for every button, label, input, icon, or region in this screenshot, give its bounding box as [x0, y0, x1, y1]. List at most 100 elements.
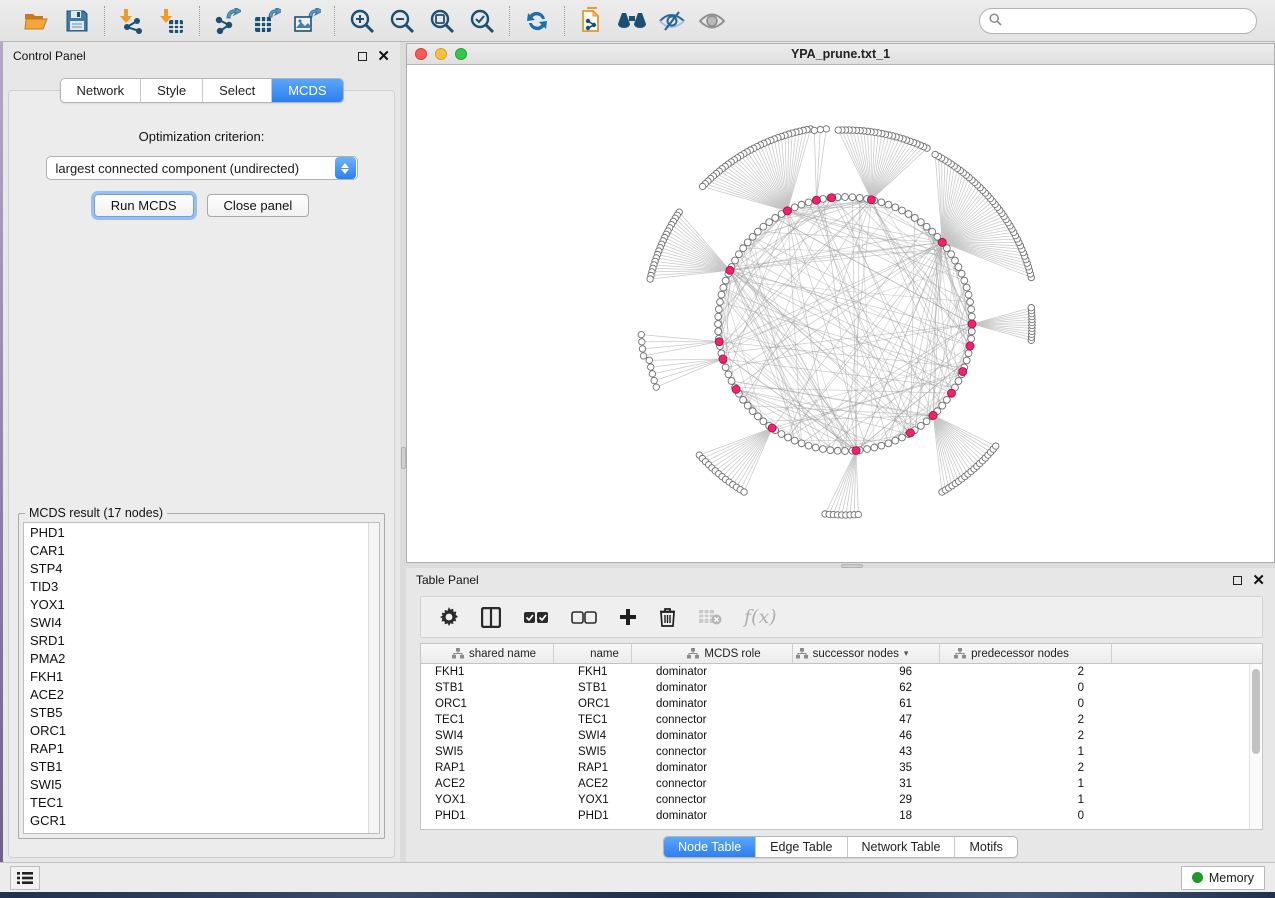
network-node[interactable]	[639, 346, 645, 352]
table-cell[interactable]: FKH1	[554, 666, 632, 678]
network-node[interactable]	[715, 313, 722, 320]
delete-icon[interactable]	[659, 607, 676, 627]
table-cell[interactable]: 43	[793, 746, 940, 758]
network-node[interactable]	[778, 431, 785, 438]
table-cell[interactable]: SWI5	[554, 746, 632, 758]
deselect-all-icon[interactable]	[571, 611, 597, 624]
network-node[interactable]	[965, 350, 972, 357]
hide-graphics-icon[interactable]	[655, 5, 689, 37]
network-node[interactable]	[653, 384, 659, 390]
table-row[interactable]: STB1STB1dominator620	[421, 680, 1262, 696]
criterion-select[interactable]: largest connected component (undirected)	[46, 156, 358, 180]
table-cell[interactable]: RAP1	[554, 762, 632, 774]
mcds-network-node[interactable]	[732, 385, 740, 393]
table-cell[interactable]: 1	[940, 794, 1112, 806]
mcds-result-item[interactable]: FKH1	[24, 667, 379, 685]
search-input[interactable]	[1007, 14, 1247, 28]
network-node[interactable]	[849, 194, 856, 201]
table-cell[interactable]: STB1	[421, 682, 554, 694]
network-node[interactable]	[967, 299, 974, 306]
table-cell[interactable]: 18	[793, 810, 940, 822]
network-node[interactable]	[791, 204, 798, 211]
tab-style[interactable]: Style	[140, 79, 202, 102]
table-row[interactable]: PHD1PHD1dominator180	[421, 808, 1262, 824]
network-node[interactable]	[993, 443, 999, 449]
network-node[interactable]	[955, 378, 962, 385]
network-node[interactable]	[639, 339, 645, 345]
table-cell[interactable]: ORC1	[554, 698, 632, 710]
mcds-result-item[interactable]: SRD1	[24, 631, 379, 649]
table-cell[interactable]: dominator	[632, 810, 793, 822]
table-cell[interactable]: 1	[940, 778, 1112, 790]
table-cell[interactable]: 2	[940, 666, 1112, 678]
network-node[interactable]	[805, 199, 812, 206]
network-node[interactable]	[892, 204, 899, 211]
tab-edge-table[interactable]: Edge Table	[755, 837, 846, 857]
network-node[interactable]	[754, 228, 761, 235]
table-cell[interactable]: connector	[632, 778, 793, 790]
network-node[interactable]	[929, 228, 936, 235]
table-cell[interactable]: YOX1	[554, 794, 632, 806]
network-node[interactable]	[878, 442, 885, 449]
network-node[interactable]	[812, 444, 819, 451]
network-node[interactable]	[968, 306, 975, 313]
zoom-selected-icon[interactable]	[465, 5, 499, 37]
network-node[interactable]	[823, 126, 829, 132]
open-folder-icon[interactable]	[20, 5, 54, 37]
mcds-result-item[interactable]: YOX1	[24, 595, 379, 613]
import-network-icon[interactable]	[115, 5, 149, 37]
table-cell[interactable]: YOX1	[421, 794, 554, 806]
table-cell[interactable]: SWI4	[421, 730, 554, 742]
table-cell[interactable]: TEC1	[554, 714, 632, 726]
mcds-network-node[interactable]	[783, 207, 791, 215]
mcds-network-node[interactable]	[938, 238, 946, 246]
table-cell[interactable]: PHD1	[554, 810, 632, 822]
table-row[interactable]: FKH1FKH1dominator962	[421, 664, 1262, 680]
network-node[interactable]	[722, 277, 729, 284]
network-node[interactable]	[647, 276, 653, 282]
mcds-list-scrollbar[interactable]	[368, 523, 379, 833]
table-cell[interactable]: 1	[940, 746, 1112, 758]
network-node[interactable]	[649, 371, 655, 377]
network-node[interactable]	[749, 408, 756, 415]
network-node[interactable]	[791, 437, 798, 444]
table-cell[interactable]: 35	[793, 762, 940, 774]
table-cell[interactable]: 2	[940, 762, 1112, 774]
select-all-icon[interactable]	[523, 611, 549, 624]
network-node[interactable]	[718, 291, 725, 298]
network-node[interactable]	[648, 364, 654, 370]
table-cell[interactable]: 2	[940, 730, 1112, 742]
table-cell[interactable]: 96	[793, 666, 940, 678]
network-node[interactable]	[923, 223, 930, 230]
add-column-icon[interactable]	[619, 608, 637, 626]
zoom-in-icon[interactable]	[345, 5, 379, 37]
network-node[interactable]	[740, 396, 747, 403]
network-node[interactable]	[864, 446, 871, 453]
table-cell[interactable]: 0	[940, 682, 1112, 694]
mcds-network-node[interactable]	[968, 320, 976, 328]
network-node[interactable]	[842, 194, 849, 201]
network-node[interactable]	[717, 299, 724, 306]
table-cell[interactable]: 62	[793, 682, 940, 694]
save-icon[interactable]	[60, 5, 94, 37]
task-history-button[interactable]	[10, 866, 40, 890]
tab-network[interactable]: Network	[60, 79, 140, 102]
network-node[interactable]	[805, 442, 812, 449]
network-node[interactable]	[856, 194, 863, 201]
network-node[interactable]	[963, 284, 970, 291]
network-window-titlebar[interactable]: YPA_prune.txt_1	[407, 44, 1274, 65]
network-node[interactable]	[899, 434, 906, 441]
mcds-network-node[interactable]	[959, 368, 967, 376]
table-cell[interactable]: TEC1	[421, 714, 554, 726]
mcds-network-node[interactable]	[812, 196, 820, 204]
network-node[interactable]	[715, 306, 722, 313]
network-node[interactable]	[835, 127, 841, 133]
table-cell[interactable]: ACE2	[554, 778, 632, 790]
table-row[interactable]: ACE2ACE2connector311	[421, 776, 1262, 792]
table-cell[interactable]: dominator	[632, 682, 793, 694]
close-panel-icon[interactable]: ✕	[377, 49, 390, 64]
column-header-shared-name[interactable]: shared name	[421, 644, 554, 663]
table-cell[interactable]: 61	[793, 698, 940, 710]
table-row[interactable]: SWI5SWI5connector431	[421, 744, 1262, 760]
table-cell[interactable]: 31	[793, 778, 940, 790]
